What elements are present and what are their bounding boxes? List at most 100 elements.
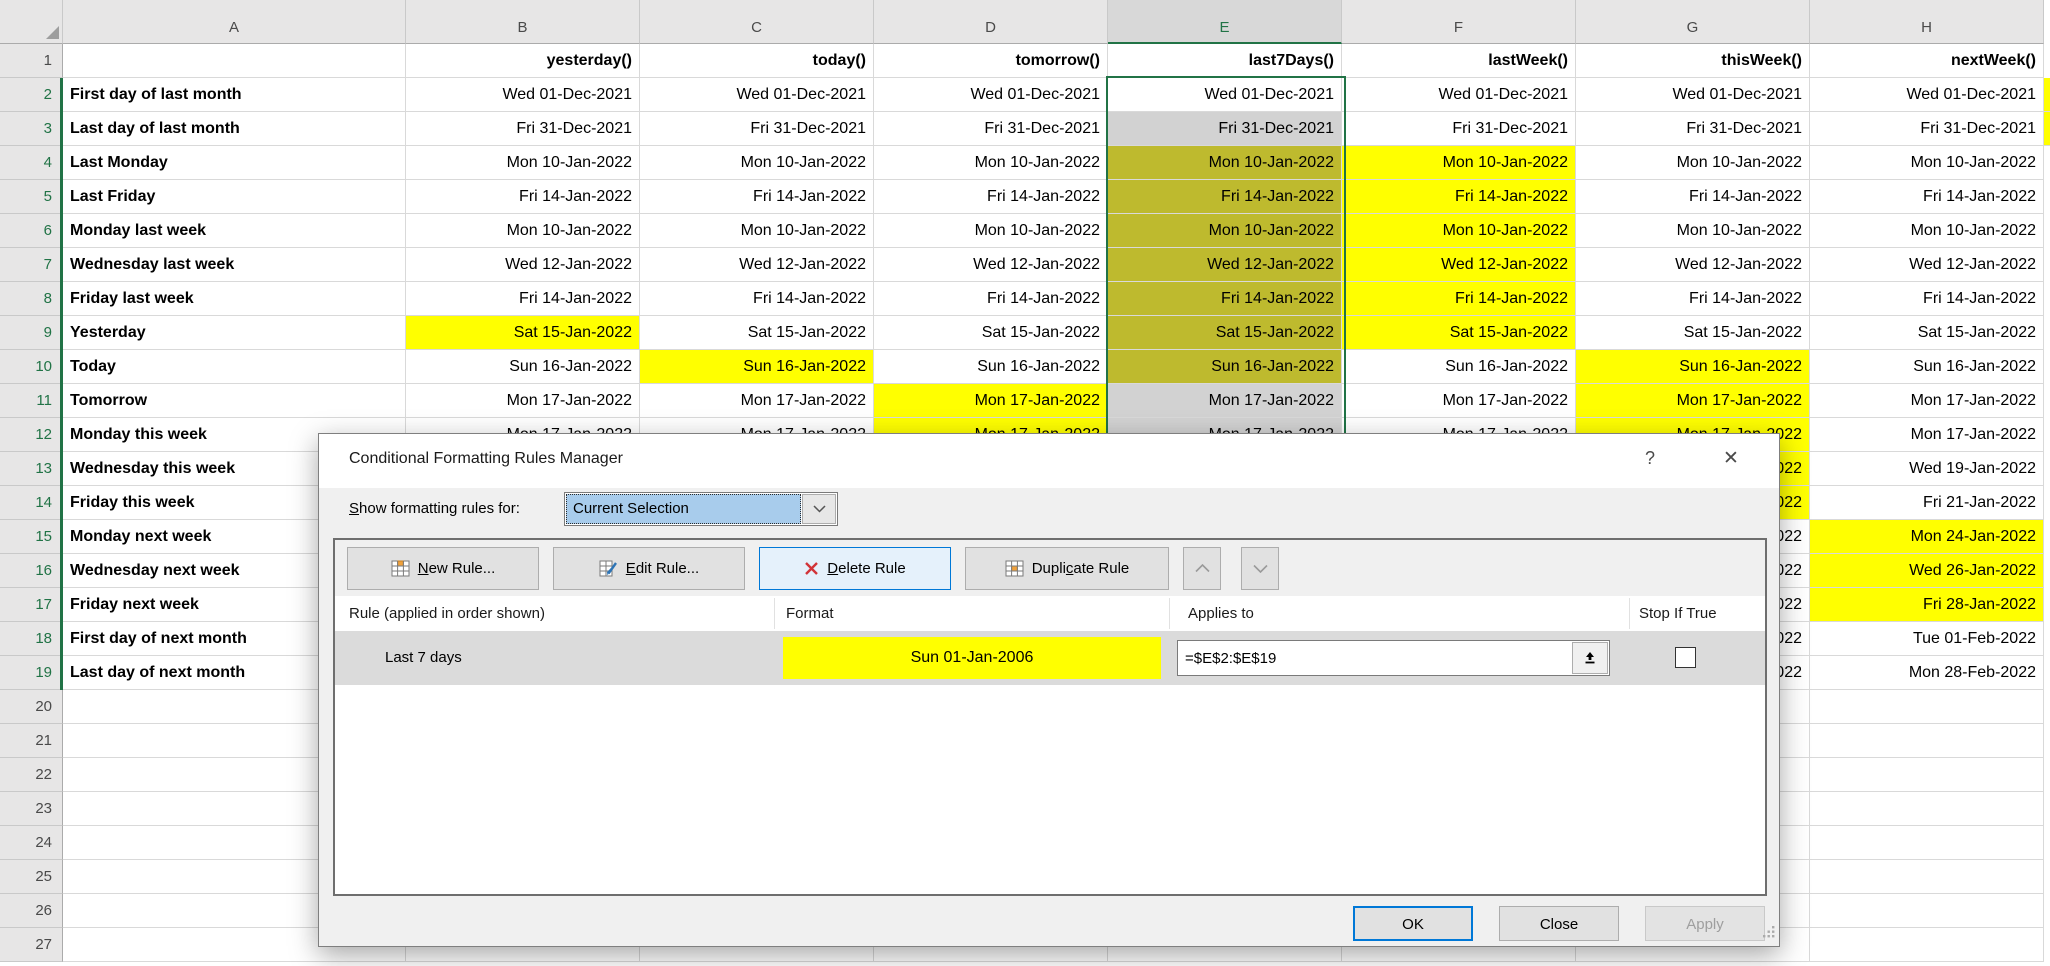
row-label-cell[interactable]: Wednesday last week (63, 248, 406, 282)
formula-header-cell-C[interactable]: today() (640, 44, 874, 78)
formula-header-cell-E[interactable]: last7Days() (1108, 44, 1342, 78)
row-number-13[interactable]: 13 (0, 452, 63, 486)
cell-F2[interactable]: Wed 01-Dec-2021 (1342, 78, 1576, 112)
cell-E9[interactable]: Sat 15-Jan-2022 (1108, 316, 1342, 350)
cell-C11[interactable]: Mon 17-Jan-2022 (640, 384, 874, 418)
cell-G5[interactable]: Fri 14-Jan-2022 (1576, 180, 1810, 214)
cell-B9[interactable]: Sat 15-Jan-2022 (406, 316, 640, 350)
formula-header-cell-D[interactable]: tomorrow() (874, 44, 1108, 78)
cell-H14[interactable]: Fri 21-Jan-2022 (1810, 486, 2044, 520)
cell[interactable] (1810, 724, 2044, 758)
cell-C4[interactable]: Mon 10-Jan-2022 (640, 146, 874, 180)
rule-row[interactable]: Last 7 days Sun 01-Jan-2006 (335, 631, 1765, 685)
collapse-dialog-button[interactable] (1572, 642, 1608, 674)
combobox-dropdown-button[interactable] (802, 494, 836, 524)
close-icon[interactable]: ✕ (1723, 447, 1739, 470)
cell-E11[interactable]: Mon 17-Jan-2022 (1108, 384, 1342, 418)
cell-H7[interactable]: Wed 12-Jan-2022 (1810, 248, 2044, 282)
row-number-10[interactable]: 10 (0, 350, 63, 384)
cell-D2[interactable]: Wed 01-Dec-2021 (874, 78, 1108, 112)
cell-G8[interactable]: Fri 14-Jan-2022 (1576, 282, 1810, 316)
cell-B2[interactable]: Wed 01-Dec-2021 (406, 78, 640, 112)
cell-E10[interactable]: Sun 16-Jan-2022 (1108, 350, 1342, 384)
cell-E8[interactable]: Fri 14-Jan-2022 (1108, 282, 1342, 316)
cell-E4[interactable]: Mon 10-Jan-2022 (1108, 146, 1342, 180)
row-number-19[interactable]: 19 (0, 656, 63, 690)
cell[interactable] (1810, 826, 2044, 860)
cell-D10[interactable]: Sun 16-Jan-2022 (874, 350, 1108, 384)
row-number-20[interactable]: 20 (0, 690, 63, 724)
formula-header-cell-B[interactable]: yesterday() (406, 44, 640, 78)
row-label-cell[interactable]: First day of last month (63, 78, 406, 112)
row-number-12[interactable]: 12 (0, 418, 63, 452)
cell-E5[interactable]: Fri 14-Jan-2022 (1108, 180, 1342, 214)
cell-G2[interactable]: Wed 01-Dec-2021 (1576, 78, 1810, 112)
cell-B8[interactable]: Fri 14-Jan-2022 (406, 282, 640, 316)
row-number-11[interactable]: 11 (0, 384, 63, 418)
cell[interactable] (1810, 758, 2044, 792)
apply-button[interactable]: Apply (1645, 906, 1765, 941)
row-number-7[interactable]: 7 (0, 248, 63, 282)
cell-F9[interactable]: Sat 15-Jan-2022 (1342, 316, 1576, 350)
cell-C10[interactable]: Sun 16-Jan-2022 (640, 350, 874, 384)
applies-to-input[interactable] (1178, 641, 1577, 675)
cell-H11[interactable]: Mon 17-Jan-2022 (1810, 384, 2044, 418)
row-number-14[interactable]: 14 (0, 486, 63, 520)
cell-F10[interactable]: Sun 16-Jan-2022 (1342, 350, 1576, 384)
row-number-2[interactable]: 2 (0, 78, 63, 112)
row-number-16[interactable]: 16 (0, 554, 63, 588)
row-label-cell[interactable]: Yesterday (63, 316, 406, 350)
row-label-cell[interactable]: Today (63, 350, 406, 384)
cell-G9[interactable]: Sat 15-Jan-2022 (1576, 316, 1810, 350)
cell-B5[interactable]: Fri 14-Jan-2022 (406, 180, 640, 214)
cell-F4[interactable]: Mon 10-Jan-2022 (1342, 146, 1576, 180)
cell-D7[interactable]: Wed 12-Jan-2022 (874, 248, 1108, 282)
cell-D4[interactable]: Mon 10-Jan-2022 (874, 146, 1108, 180)
cell-H12[interactable]: Mon 17-Jan-2022 (1810, 418, 2044, 452)
show-rules-combobox[interactable]: Current Selection (564, 492, 838, 526)
cell-F11[interactable]: Mon 17-Jan-2022 (1342, 384, 1576, 418)
cell-H10[interactable]: Sun 16-Jan-2022 (1810, 350, 2044, 384)
formula-header-cell-G[interactable]: thisWeek() (1576, 44, 1810, 78)
cell-H19[interactable]: Mon 28-Feb-2022 (1810, 656, 2044, 690)
row-number-27[interactable]: 27 (0, 928, 63, 962)
duplicate-rule-button[interactable]: Duplicate Rule (965, 547, 1169, 590)
cell-B10[interactable]: Sun 16-Jan-2022 (406, 350, 640, 384)
row-number-15[interactable]: 15 (0, 520, 63, 554)
cell-F6[interactable]: Mon 10-Jan-2022 (1342, 214, 1576, 248)
cell-E6[interactable]: Mon 10-Jan-2022 (1108, 214, 1342, 248)
select-all-corner[interactable] (0, 0, 63, 44)
cell-D6[interactable]: Mon 10-Jan-2022 (874, 214, 1108, 248)
cell-B4[interactable]: Mon 10-Jan-2022 (406, 146, 640, 180)
column-header-G[interactable]: G (1576, 0, 1810, 44)
formula-header-cell-F[interactable]: lastWeek() (1342, 44, 1576, 78)
row-number-9[interactable]: 9 (0, 316, 63, 350)
close-button[interactable]: Close (1499, 906, 1619, 941)
cell-H17[interactable]: Fri 28-Jan-2022 (1810, 588, 2044, 622)
cell[interactable] (1810, 690, 2044, 724)
row-number-22[interactable]: 22 (0, 758, 63, 792)
cell-G6[interactable]: Mon 10-Jan-2022 (1576, 214, 1810, 248)
cell[interactable] (1810, 928, 2044, 962)
move-rule-down-button[interactable] (1241, 547, 1279, 590)
row-number-5[interactable]: 5 (0, 180, 63, 214)
cell-C2[interactable]: Wed 01-Dec-2021 (640, 78, 874, 112)
resize-grip[interactable] (1763, 926, 1776, 943)
row-number-21[interactable]: 21 (0, 724, 63, 758)
cell-E7[interactable]: Wed 12-Jan-2022 (1108, 248, 1342, 282)
cell[interactable] (1810, 792, 2044, 826)
cell-H5[interactable]: Fri 14-Jan-2022 (1810, 180, 2044, 214)
cell-C9[interactable]: Sat 15-Jan-2022 (640, 316, 874, 350)
row-number-25[interactable]: 25 (0, 860, 63, 894)
cell-H6[interactable]: Mon 10-Jan-2022 (1810, 214, 2044, 248)
cell-F8[interactable]: Fri 14-Jan-2022 (1342, 282, 1576, 316)
ok-button[interactable]: OK (1353, 906, 1473, 941)
move-rule-up-button[interactable] (1183, 547, 1221, 590)
cell-C7[interactable]: Wed 12-Jan-2022 (640, 248, 874, 282)
row-number-23[interactable]: 23 (0, 792, 63, 826)
row-number-3[interactable]: 3 (0, 112, 63, 146)
cell-H13[interactable]: Wed 19-Jan-2022 (1810, 452, 2044, 486)
cell-G4[interactable]: Mon 10-Jan-2022 (1576, 146, 1810, 180)
cell-A1[interactable] (63, 44, 406, 78)
edit-rule-button[interactable]: Edit Rule... (553, 547, 745, 590)
